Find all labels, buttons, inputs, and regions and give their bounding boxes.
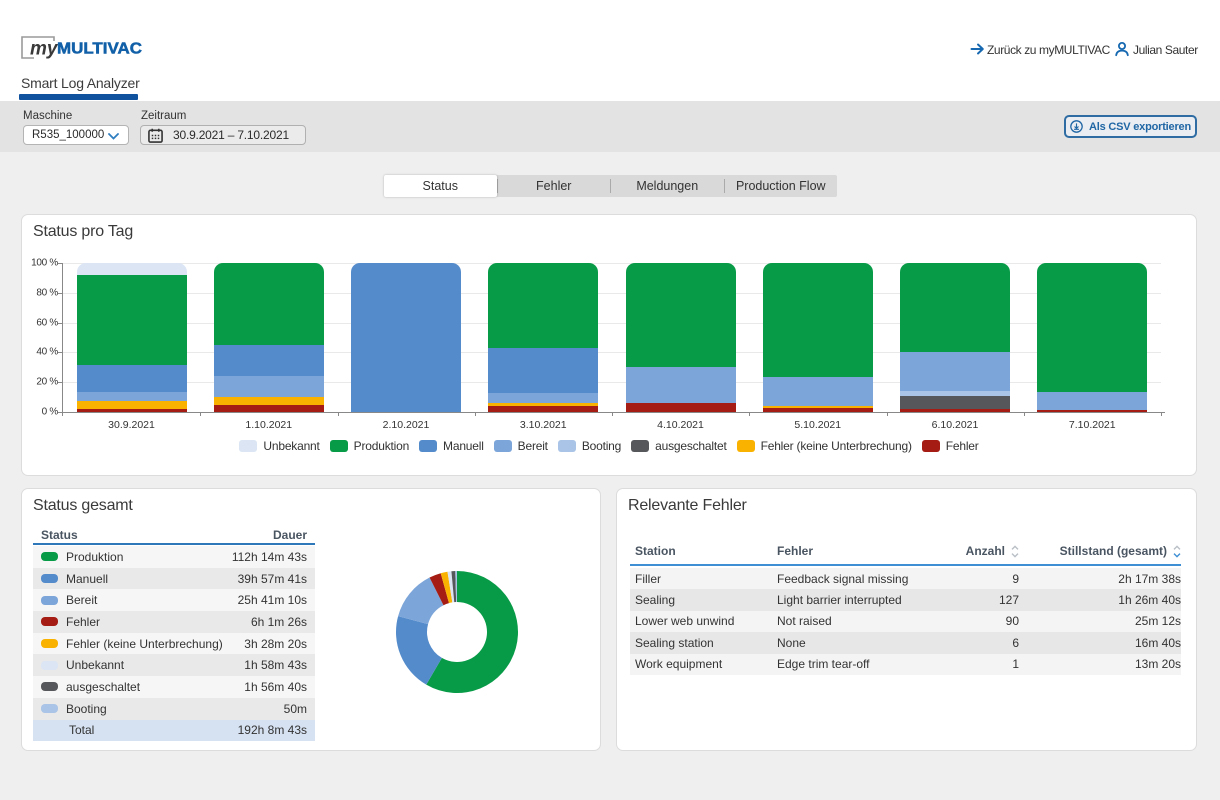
svg-text:my: my [30,39,59,60]
svg-text:MULTIVAC: MULTIVAC [57,41,142,58]
